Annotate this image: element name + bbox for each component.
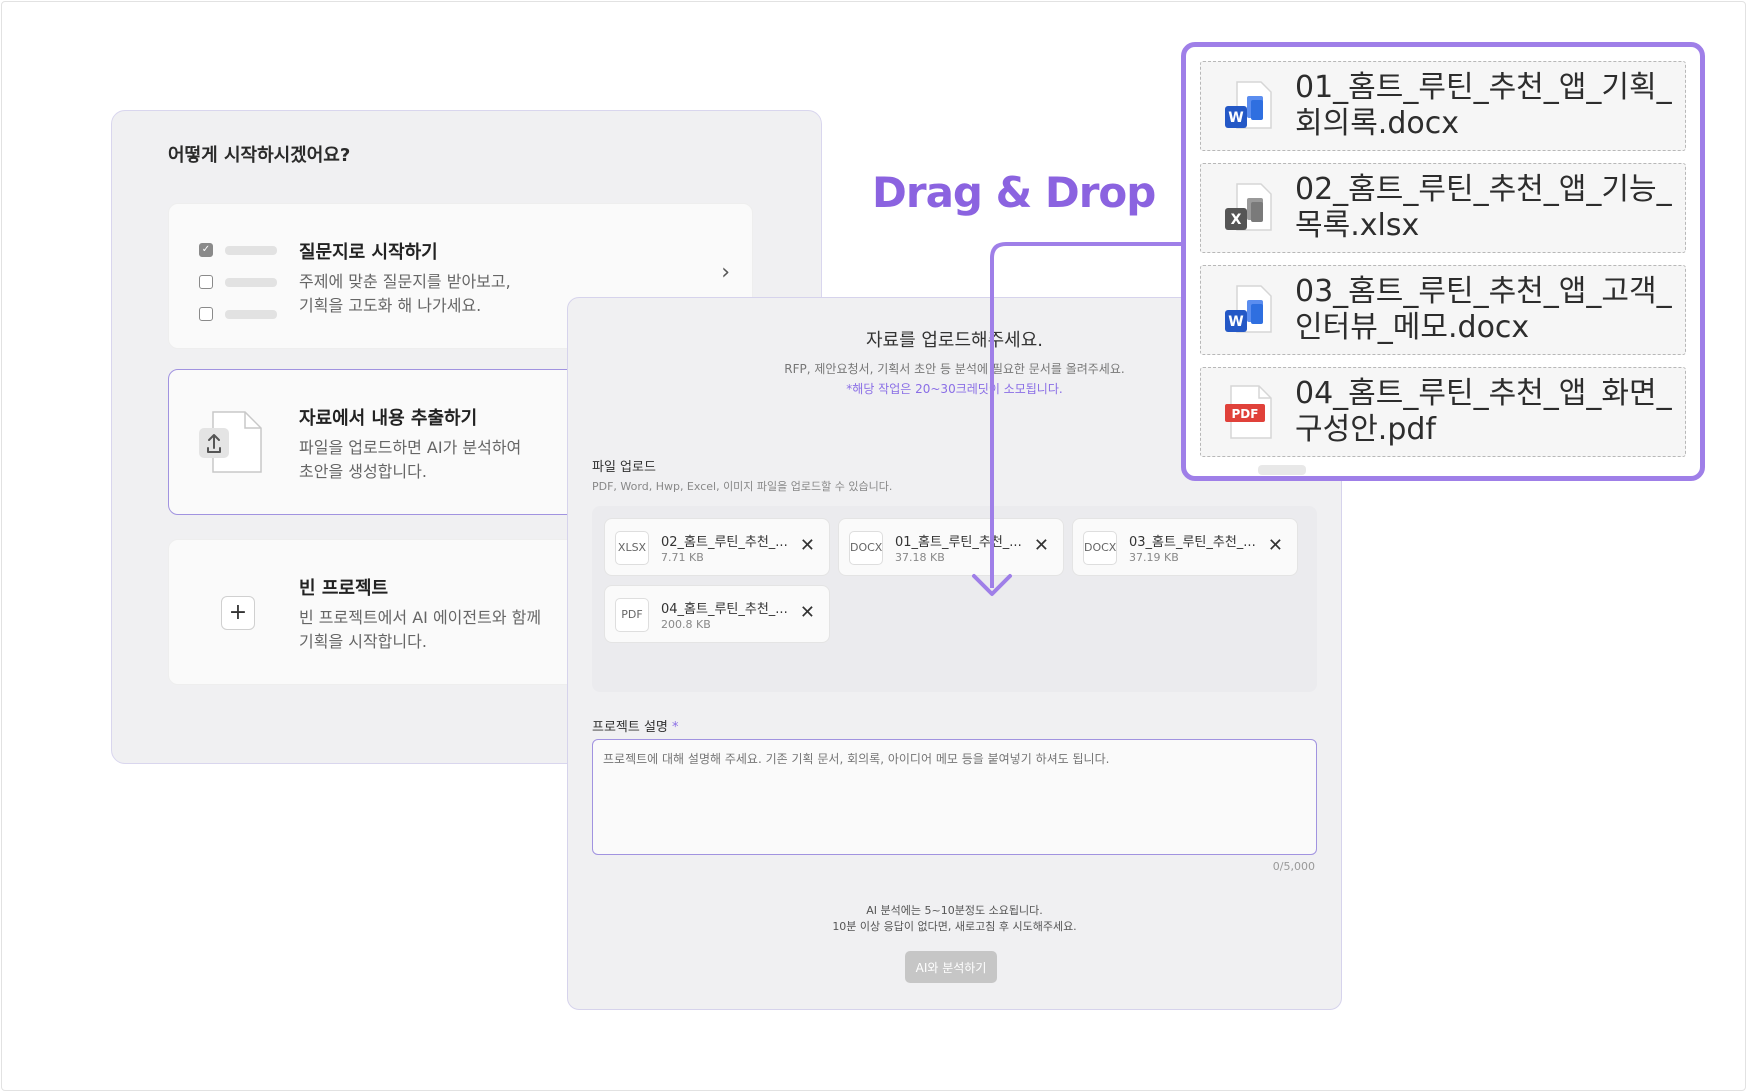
file-drop-zone[interactable]: XLSX 02_홈트_루틴_추천_... 7.71 KB ✕ DOCX 01_홈… [592, 506, 1317, 692]
project-description-label: 프로젝트 설명 * [592, 720, 679, 735]
file-name: 02_홈트_루틴_추천_... [661, 535, 788, 550]
project-description-input[interactable] [592, 739, 1317, 855]
file-size: 200.8 KB [661, 618, 711, 631]
remove-file-button[interactable]: ✕ [1034, 535, 1049, 556]
file-size: 37.19 KB [1129, 551, 1179, 564]
analyze-with-ai-button[interactable]: AI와 분석하기 [905, 951, 997, 983]
option-title: 빈 프로젝트 [299, 578, 389, 599]
remove-file-button[interactable]: ✕ [800, 535, 815, 556]
pdf-icon: PDF [1225, 385, 1272, 439]
dragged-files-panel: W 01_홈트_루틴_추천_앱_기획_회의록.docx X 02_홈트_루틴_추… [1181, 42, 1705, 481]
dragged-file-name: 02_홈트_루틴_추천_앱_기능_목록.xlsx [1295, 172, 1672, 243]
word-icon: W [1225, 285, 1272, 333]
analysis-info: AI 분석에는 5~10분정도 소요됩니다. 10분 이상 응답이 없다면, 새… [832, 904, 1077, 933]
option-description: 파일을 업로드하면 AI가 분석하여 초안을 생성합니다. [299, 438, 522, 481]
start-title: 어떻게 시작하시겠어요? [168, 145, 351, 166]
file-chip: DOCX 01_홈트_루틴_추천_... 37.18 KB ✕ [838, 518, 1064, 576]
option-title: 질문지로 시작하기 [299, 242, 438, 263]
file-upload-hint: PDF, Word, Hwp, Excel, 이미지 파일을 업로드할 수 있습… [592, 480, 893, 493]
file-upload-icon [199, 411, 262, 473]
dragged-file-item[interactable]: W 01_홈트_루틴_추천_앱_기획_회의록.docx [1200, 61, 1686, 151]
svg-text:W: W [1228, 110, 1243, 126]
dragged-file-item[interactable]: X 02_홈트_루틴_추천_앱_기능_목록.xlsx [1200, 163, 1686, 253]
remove-file-button[interactable]: ✕ [800, 602, 815, 623]
faded-placeholder [1258, 465, 1306, 475]
file-name: 01_홈트_루틴_추천_... [895, 535, 1022, 550]
svg-text:W: W [1228, 314, 1243, 330]
excel-icon: X [1225, 183, 1272, 231]
file-type-badge: XLSX [615, 531, 649, 565]
plus-icon: + [221, 596, 255, 630]
svg-text:PDF: PDF [1232, 407, 1259, 421]
file-chip: PDF 04_홈트_루틴_추천_... 200.8 KB ✕ [604, 585, 830, 643]
file-size: 7.71 KB [661, 551, 704, 564]
dragged-file-name: 04_홈트_루틴_추천_앱_화면_구성안.pdf [1295, 376, 1672, 447]
required-mark: * [672, 720, 679, 735]
drag-drop-label: Drag & Drop [872, 168, 1156, 217]
file-name: 03_홈트_루틴_추천_... [1129, 535, 1256, 550]
checklist-icon: ✓ [199, 234, 279, 330]
file-chip: XLSX 02_홈트_루틴_추천_... 7.71 KB ✕ [604, 518, 830, 576]
svg-text:X: X [1231, 212, 1242, 228]
file-upload-label: 파일 업로드 [592, 460, 656, 475]
dragged-file-name: 03_홈트_루틴_추천_앱_고객_인터뷰_메모.docx [1295, 274, 1672, 345]
chevron-right-icon: › [721, 260, 730, 285]
file-name: 04_홈트_루틴_추천_... [661, 602, 788, 617]
dragged-file-item[interactable]: W 03_홈트_루틴_추천_앱_고객_인터뷰_메모.docx [1200, 265, 1686, 355]
option-description: 주제에 맞춘 질문지를 받아보고, 기획을 고도화 해 나가세요. [299, 272, 511, 315]
remove-file-button[interactable]: ✕ [1268, 535, 1283, 556]
option-description: 빈 프로젝트에서 AI 에이전트와 함께 기획을 시작합니다. [299, 608, 542, 651]
dragged-file-name: 01_홈트_루틴_추천_앱_기획_회의록.docx [1295, 70, 1672, 141]
character-counter: 0/5,000 [1272, 860, 1315, 873]
file-chip: DOCX 03_홈트_루틴_추천_... 37.19 KB ✕ [1072, 518, 1298, 576]
file-type-badge: DOCX [1083, 531, 1117, 565]
file-size: 37.18 KB [895, 551, 945, 564]
file-type-badge: DOCX [849, 531, 883, 565]
file-type-badge: PDF [615, 598, 649, 632]
option-title: 자료에서 내용 추출하기 [299, 408, 478, 429]
word-icon: W [1225, 81, 1272, 129]
dragged-file-item[interactable]: PDF 04_홈트_루틴_추천_앱_화면_구성안.pdf [1200, 367, 1686, 457]
